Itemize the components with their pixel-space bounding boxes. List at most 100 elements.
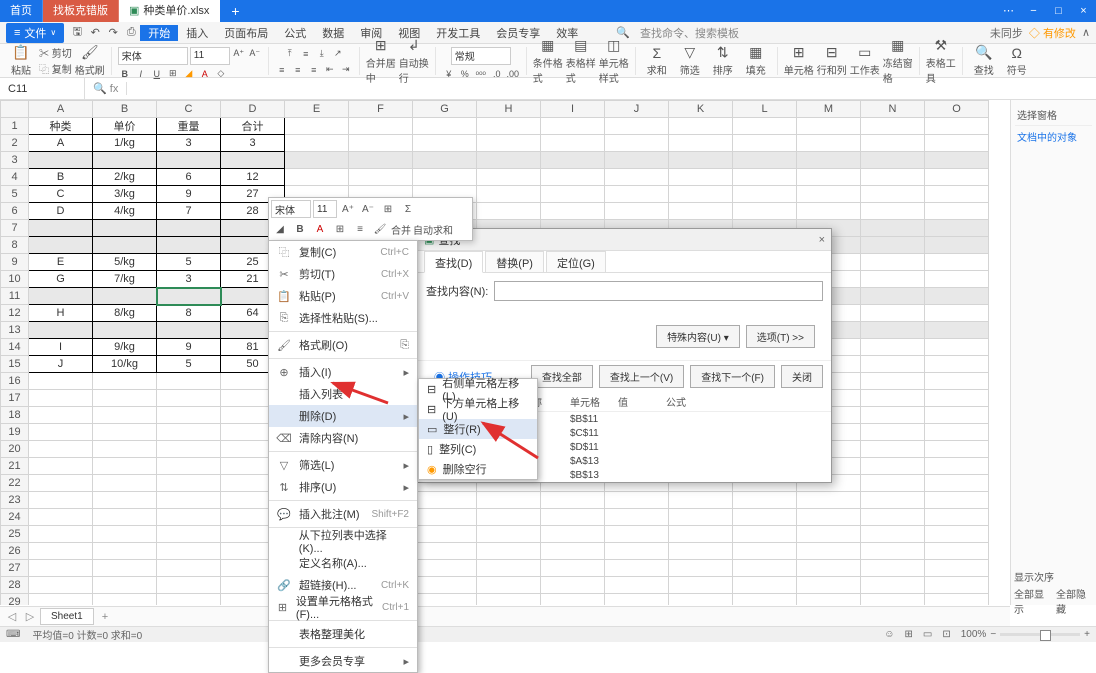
cell[interactable] — [861, 390, 925, 407]
undo-icon[interactable]: ↶ — [86, 24, 104, 42]
cell[interactable] — [925, 186, 989, 203]
cell[interactable] — [541, 169, 605, 186]
cell[interactable] — [29, 441, 93, 458]
cell[interactable] — [733, 152, 797, 169]
cell[interactable] — [285, 152, 349, 169]
fx-icon[interactable]: 🔍 fx — [85, 82, 127, 95]
cell[interactable] — [541, 577, 605, 594]
mini-border-icon[interactable]: ⊞ — [331, 220, 349, 238]
view-normal-icon[interactable]: ☺ — [884, 629, 894, 640]
col-header[interactable]: H — [477, 101, 541, 118]
cell[interactable]: 合计 — [221, 118, 285, 135]
col-header[interactable]: G — [413, 101, 477, 118]
cell[interactable]: 8/kg — [93, 305, 157, 322]
tools-button[interactable]: ⚒表格工具 — [926, 37, 956, 85]
cell[interactable] — [349, 118, 413, 135]
cell[interactable]: H — [29, 305, 93, 322]
save-icon[interactable]: 🖫 — [68, 24, 86, 42]
cell[interactable]: 1/kg — [93, 135, 157, 152]
cell-ref-box[interactable]: C11 — [0, 78, 85, 100]
view-page-icon[interactable]: ▭ — [923, 629, 932, 640]
sync-status[interactable]: 未同步 — [990, 25, 1023, 41]
cm-pastesp[interactable]: ⎘选择性粘贴(S)... — [269, 307, 417, 329]
cell[interactable] — [29, 322, 93, 339]
cell[interactable] — [669, 152, 733, 169]
findprev-button[interactable]: 查找上一个(V) — [599, 365, 684, 388]
italic-icon[interactable]: I — [134, 67, 148, 81]
cell[interactable] — [93, 152, 157, 169]
cell-button[interactable]: ⊞单元格 — [784, 44, 814, 77]
cm-more[interactable]: 更多会员专享▸ — [269, 650, 417, 672]
cell[interactable] — [349, 135, 413, 152]
cell[interactable] — [669, 577, 733, 594]
file-button[interactable]: ≡ 文件 ∨ — [6, 23, 64, 43]
mini-size-select[interactable]: 11 — [313, 200, 337, 218]
comma-icon[interactable]: ᵒᵒᵒ — [474, 67, 488, 81]
row-header[interactable]: 2 — [1, 135, 29, 152]
cell[interactable] — [925, 509, 989, 526]
cell[interactable] — [29, 594, 93, 606]
col-header[interactable]: K — [669, 101, 733, 118]
sub-blank[interactable]: ◉删除空行 — [419, 459, 537, 479]
row-header[interactable]: 29 — [1, 594, 29, 606]
dec-inc-icon[interactable]: .0 — [490, 67, 504, 81]
findall-button[interactable]: 查找全部 — [531, 365, 593, 388]
cell[interactable]: D — [29, 203, 93, 220]
row-header[interactable]: 8 — [1, 237, 29, 254]
cell[interactable] — [541, 492, 605, 509]
cell[interactable] — [29, 237, 93, 254]
cell[interactable] — [157, 560, 221, 577]
cell[interactable] — [29, 152, 93, 169]
cell[interactable] — [605, 135, 669, 152]
condfmt-button[interactable]: ▦条件格式 — [533, 37, 563, 85]
col-header[interactable]: J — [605, 101, 669, 118]
cell[interactable] — [285, 118, 349, 135]
cell[interactable] — [157, 322, 221, 339]
search-placeholder[interactable]: 查找命令、搜索模板 — [640, 25, 739, 41]
cell[interactable] — [861, 186, 925, 203]
cell[interactable]: 8 — [157, 305, 221, 322]
cell[interactable] — [733, 543, 797, 560]
cell[interactable]: 3 — [157, 271, 221, 288]
cell[interactable] — [157, 594, 221, 606]
cell[interactable] — [29, 407, 93, 424]
cell[interactable] — [477, 577, 541, 594]
cell[interactable] — [733, 492, 797, 509]
cell[interactable] — [93, 475, 157, 492]
symbol-button[interactable]: Ω符号 — [1002, 45, 1032, 77]
cell[interactable] — [93, 577, 157, 594]
row-header[interactable]: 7 — [1, 220, 29, 237]
cell[interactable] — [541, 509, 605, 526]
cell[interactable] — [477, 560, 541, 577]
row-header[interactable]: 16 — [1, 373, 29, 390]
cell[interactable] — [861, 577, 925, 594]
cell[interactable] — [541, 118, 605, 135]
cell[interactable]: I — [29, 339, 93, 356]
cell[interactable] — [93, 594, 157, 606]
row-header[interactable]: 14 — [1, 339, 29, 356]
cell[interactable] — [605, 492, 669, 509]
indent-dec-icon[interactable]: ⇤ — [323, 63, 337, 77]
mini-brush-icon[interactable]: 🖌 — [371, 220, 389, 238]
col-header[interactable]: B — [93, 101, 157, 118]
cell[interactable] — [925, 169, 989, 186]
cell[interactable] — [925, 594, 989, 606]
upgrade-button[interactable]: ◇ 有修改 — [1029, 25, 1076, 41]
row-header[interactable]: 17 — [1, 390, 29, 407]
mini-fill-icon[interactable]: ◢ — [271, 220, 289, 238]
cell[interactable] — [93, 407, 157, 424]
cell[interactable] — [157, 526, 221, 543]
cell[interactable]: 2/kg — [93, 169, 157, 186]
cell[interactable] — [797, 135, 861, 152]
wrap-button[interactable]: ↲自动换行 — [399, 37, 429, 85]
menu-insert[interactable]: 插入 — [178, 25, 216, 41]
cell[interactable] — [669, 509, 733, 526]
cell[interactable] — [797, 560, 861, 577]
cell[interactable] — [93, 220, 157, 237]
cell[interactable] — [413, 577, 477, 594]
row-header[interactable]: 13 — [1, 322, 29, 339]
cell[interactable] — [925, 543, 989, 560]
cell[interactable] — [925, 322, 989, 339]
findnext-button[interactable]: 查找下一个(F) — [690, 365, 775, 388]
cell[interactable] — [861, 118, 925, 135]
